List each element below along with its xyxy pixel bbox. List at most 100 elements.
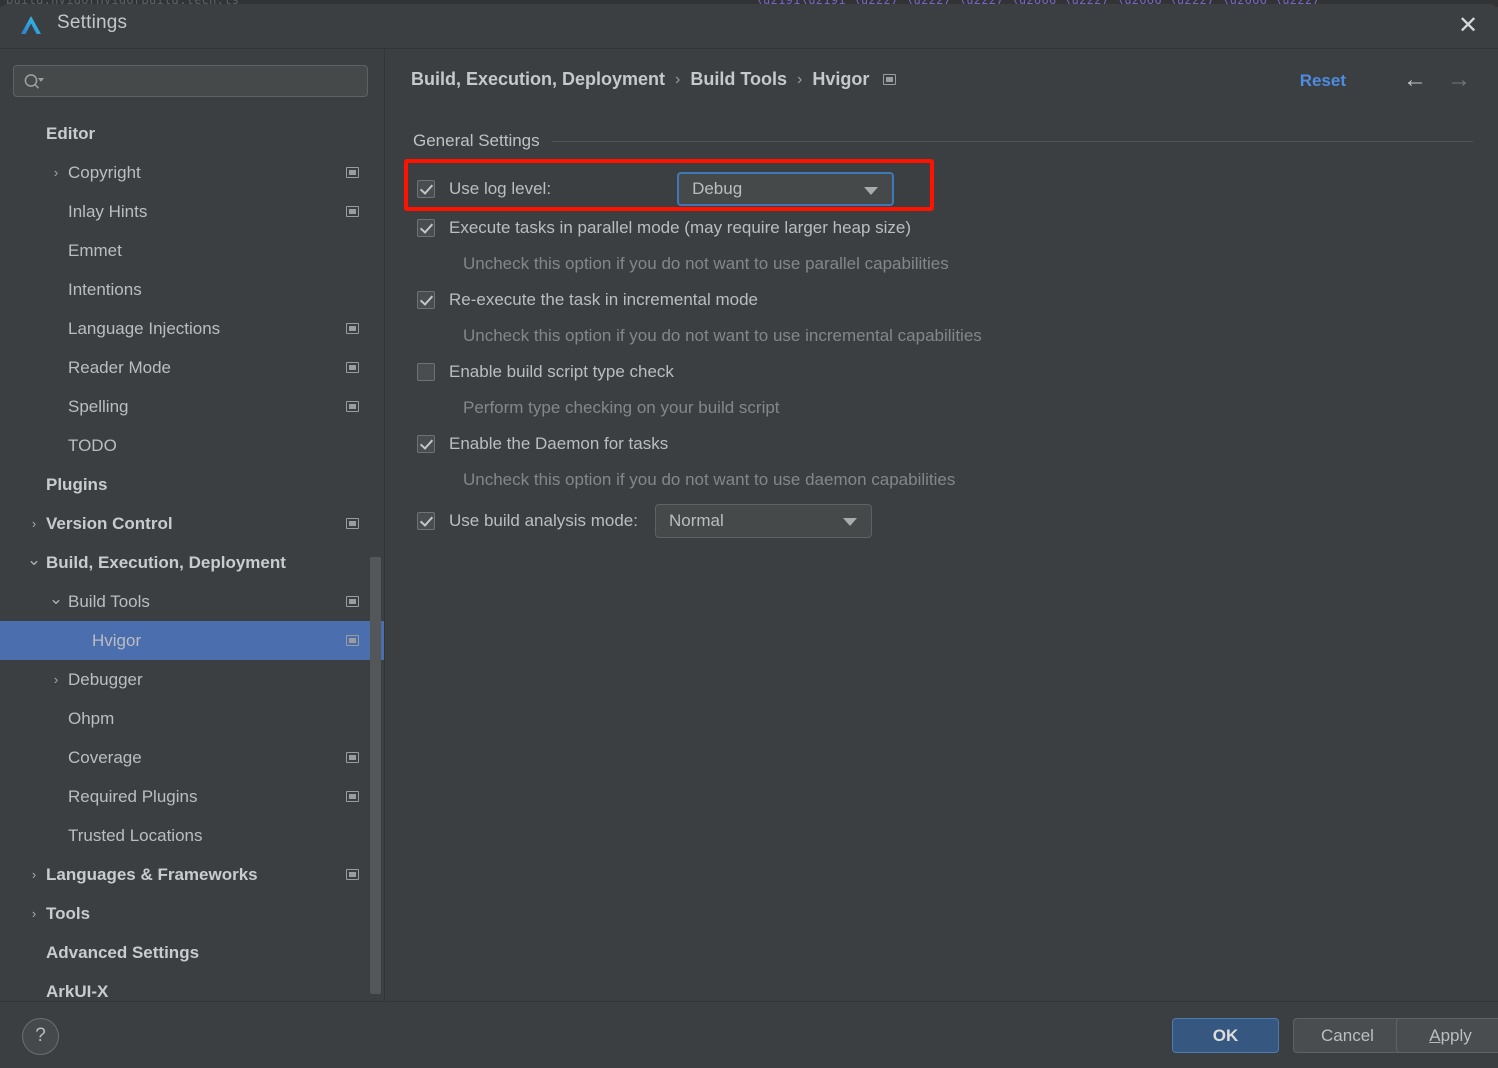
option-checkbox-1[interactable] [417,291,435,309]
sidebar-item-editor[interactable]: Editor [0,114,384,153]
sidebar-item-label: Inlay Hints [68,201,148,221]
sidebar-item-tools[interactable]: › Tools [0,894,384,933]
sidebar-item-label: TODO [68,435,117,455]
sidebar-item-inlay-hints[interactable]: Inlay Hints [0,192,384,231]
cancel-button[interactable]: Cancel [1293,1018,1402,1053]
breadcrumb-separator: › [675,70,681,88]
search-box[interactable] [13,65,368,98]
group-title: General Settings [413,131,540,150]
sidebar-item-label: Build, Execution, Deployment [46,552,286,572]
settings-tree: Editor › Copyright Inlay Hints Emmet Intentio… [0,114,384,1002]
sidebar-item-debugger[interactable]: › Debugger [0,660,384,699]
option-row-0: Execute tasks in parallel mode (may requ… [385,211,1498,245]
sidebar-item-label: Version Control [46,513,173,533]
chevron-down-icon[interactable] [842,518,857,526]
sidebar-item-spelling[interactable]: Spelling [0,387,384,426]
sidebar-item-label: ArkUI-X [46,981,109,1001]
chevron-right-icon[interactable]: › [48,166,64,179]
external-link-icon [346,401,359,412]
sidebar-item-build-tools[interactable]: ⌄ Build Tools [0,582,384,621]
log-level-dropdown-value: Debug [692,179,743,198]
external-link-icon[interactable] [883,74,897,85]
breadcrumb-item-2[interactable]: Hvigor [812,69,869,90]
build-analysis-combo-wrap: Normal [654,504,872,538]
sidebar-item-label: Copyright [68,162,141,182]
general-settings-group-header: General Settings [413,131,1473,151]
build-analysis-checkbox[interactable] [417,512,435,530]
sidebar-item-plugins[interactable]: Plugins [0,465,384,504]
chevron-right-icon[interactable]: › [26,517,42,530]
use-log-level-checkbox[interactable] [417,180,435,198]
dialog-title: Settings [57,12,128,33]
sidebar-item-todo[interactable]: TODO [0,426,384,465]
external-link-icon [346,362,359,373]
search-input[interactable] [52,66,366,98]
sidebar-item-label: Ohpm [68,708,115,728]
help-button[interactable]: ? [22,1018,59,1055]
sidebar-item-arkui-x[interactable]: ArkUI-X [0,972,384,1002]
apply-button[interactable]: Apply [1396,1018,1498,1053]
settings-sidebar: Editor › Copyright Inlay Hints Emmet Intentio… [0,49,385,1002]
chevron-down-icon[interactable]: ⌄ [26,551,42,568]
reset-button[interactable]: Reset [1300,71,1346,91]
sidebar-item-label: Reader Mode [68,357,172,377]
external-link-icon [346,323,359,334]
dialog-footer: ? OK Cancel Apply [0,1001,1498,1068]
back-arrow-icon[interactable]: ← [1400,67,1430,93]
breadcrumb-item-0[interactable]: Build, Execution, Deployment [411,69,665,90]
sidebar-item-intentions[interactable]: Intentions [0,270,384,309]
sidebar-item-label: Trusted Locations [68,825,203,845]
sidebar-item-label: Plugins [46,474,108,494]
sidebar-item-coverage[interactable]: Coverage [0,738,384,777]
settings-options-list: Use log level: Debug Execute tasks in para… [385,167,1498,543]
sidebar-item-language-injections[interactable]: Language Injections [0,309,384,348]
sidebar-scrollbar-thumb[interactable] [370,557,381,994]
sidebar-item-required-plugins[interactable]: Required Plugins [0,777,384,816]
option-description-2: Perform type checking on your build scri… [463,398,780,417]
sidebar-item-version-control[interactable]: › Version Control [0,504,384,543]
build-analysis-dropdown[interactable]: Normal [654,504,872,538]
sidebar-item-hvigor[interactable]: Hvigor [0,621,384,660]
external-link-icon [346,596,359,607]
sidebar-item-label: Emmet [68,240,122,260]
sidebar-item-reader-mode[interactable]: Reader Mode [0,348,384,387]
option-checkbox-0[interactable] [417,219,435,237]
option-row-3: Enable the Daemon for tasks [385,427,1498,461]
sidebar-item-copyright[interactable]: › Copyright [0,153,384,192]
chevron-right-icon[interactable]: › [26,907,42,920]
sidebar-item-advanced-settings[interactable]: Advanced Settings [0,933,384,972]
breadcrumb-separator: › [797,70,803,88]
close-icon[interactable]: ✕ [1452,10,1484,42]
option-label-1[interactable]: Re-execute the task in incremental mode [449,290,758,310]
search-icon [23,72,45,92]
option-label-2[interactable]: Enable build script type check [449,362,674,382]
sidebar-item-trusted-locations[interactable]: Trusted Locations [0,816,384,855]
sidebar-item-emmet[interactable]: Emmet [0,231,384,270]
option-checkbox-2[interactable] [417,363,435,381]
sidebar-item-label: Advanced Settings [46,942,200,962]
option-row-1: Re-execute the task in incremental mode [385,283,1498,317]
option-checkbox-3[interactable] [417,435,435,453]
ok-button[interactable]: OK [1172,1018,1279,1053]
external-link-icon [346,752,359,763]
option-label-3[interactable]: Enable the Daemon for tasks [449,434,668,454]
chevron-right-icon[interactable]: › [26,868,42,881]
sidebar-item-label: Debugger [68,669,143,689]
forward-arrow-icon[interactable]: → [1444,67,1474,93]
sidebar-item-label: Hvigor [92,630,142,650]
settings-dialog-screen: build.hvigorHvigorBuild.tech.ts "\u2191\… [0,0,1498,1068]
log-level-dropdown[interactable]: Debug [677,172,895,206]
sidebar-item-label: Editor [46,123,96,143]
chevron-right-icon[interactable]: › [48,673,64,686]
chevron-down-icon[interactable] [864,187,879,195]
sidebar-item-languages-frameworks[interactable]: › Languages & Frameworks [0,855,384,894]
option-description-1: Uncheck this option if you do not want t… [463,326,982,345]
breadcrumb-item-1[interactable]: Build Tools [690,69,787,90]
chevron-down-icon[interactable]: ⌄ [48,590,64,607]
option-description-3: Uncheck this option if you do not want t… [463,470,956,489]
option-label-0[interactable]: Execute tasks in parallel mode (may requ… [449,218,911,238]
build-analysis-dropdown-value: Normal [668,511,724,530]
sidebar-item-ohpm[interactable]: Ohpm [0,699,384,738]
sidebar-item-build-execution-deployment[interactable]: ⌄ Build, Execution, Deployment [0,543,384,582]
external-link-icon [346,167,359,178]
